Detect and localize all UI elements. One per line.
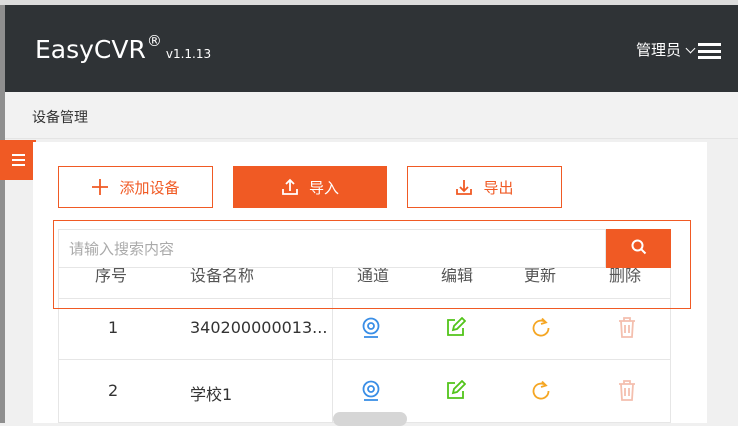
row-device-name: 学校1 (190, 385, 233, 404)
edit-icon[interactable] (446, 379, 467, 404)
plus-icon (91, 178, 109, 196)
breadcrumb: 设备管理 (32, 110, 88, 126)
edit-icon[interactable] (446, 316, 467, 341)
brand-registered-mark: ® (146, 32, 162, 50)
import-button[interactable]: 导入 (233, 166, 387, 208)
horizontal-scrollbar-thumb[interactable] (333, 412, 407, 426)
chevron-down-icon (685, 43, 696, 54)
app-header: EasyCVR®v1.1.13 管理员 (5, 5, 738, 92)
export-label: 导出 (483, 178, 514, 197)
search-button[interactable] (606, 229, 671, 268)
user-menu[interactable]: 管理员 (635, 39, 696, 60)
refresh-icon[interactable] (531, 380, 551, 404)
row-index: 1 (108, 318, 119, 337)
row-index: 2 (108, 381, 119, 400)
add-device-label: 添加设备 (119, 178, 180, 197)
breadcrumb-bar: 设备管理 (5, 92, 738, 139)
search-input[interactable] (58, 229, 606, 268)
trash-icon[interactable] (618, 379, 636, 405)
brand-name: EasyCVR (35, 35, 146, 64)
trash-icon[interactable] (618, 316, 636, 342)
export-button[interactable]: 导出 (407, 166, 562, 208)
sidebar-toggle-icon[interactable] (0, 140, 36, 180)
download-icon (455, 178, 473, 196)
webcam-icon[interactable] (361, 317, 381, 343)
search-icon (631, 239, 647, 259)
brand-logo: EasyCVR®v1.1.13 (35, 32, 211, 64)
add-device-button[interactable]: 添加设备 (58, 166, 213, 208)
refresh-icon[interactable] (531, 317, 551, 341)
upload-icon (281, 178, 299, 196)
row-device-name: 340200000013... (190, 318, 328, 337)
webcam-icon[interactable] (361, 380, 381, 406)
brand-version: v1.1.13 (165, 47, 212, 61)
menu-icon[interactable] (698, 43, 721, 59)
user-label: 管理员 (635, 41, 681, 59)
import-label: 导入 (308, 178, 339, 197)
